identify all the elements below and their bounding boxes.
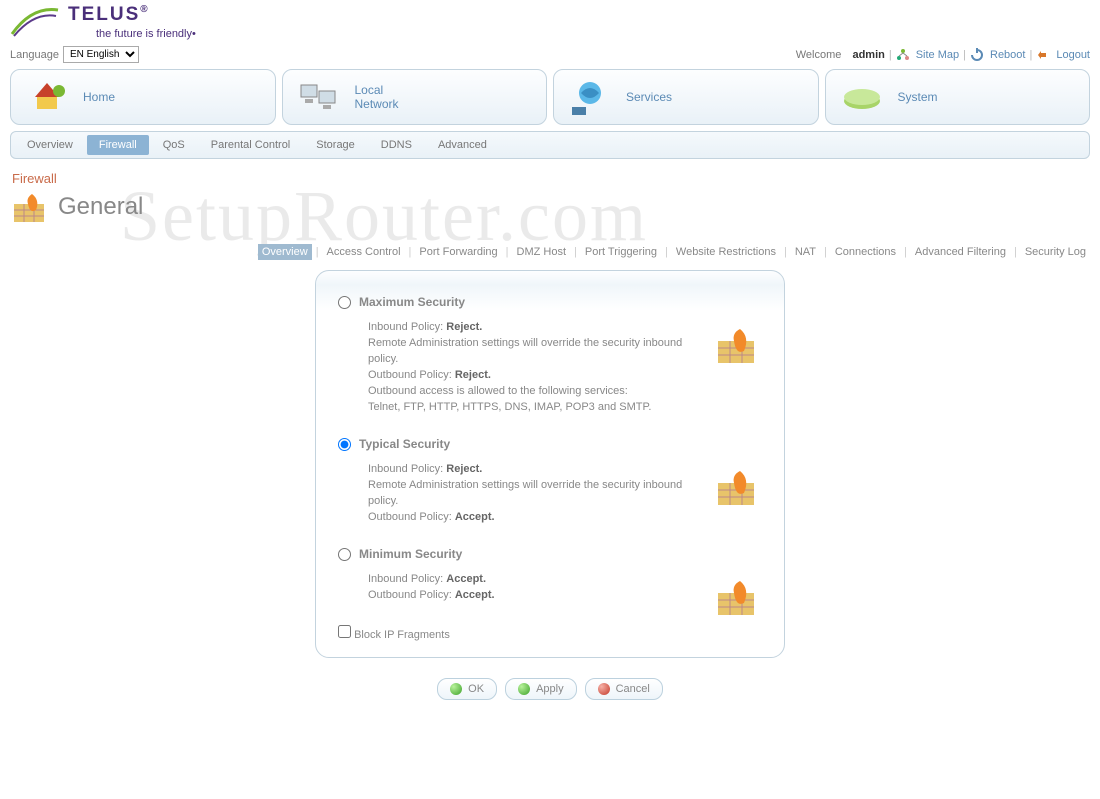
- subnav-storage[interactable]: Storage: [304, 135, 367, 155]
- tab-access-control[interactable]: Access Control: [323, 244, 405, 260]
- check-icon: [450, 683, 462, 695]
- security-radio-1[interactable]: [338, 438, 351, 451]
- nav-network-label: Local Network: [355, 83, 399, 111]
- logout-icon: [1036, 48, 1050, 62]
- firewall-graphic-icon: [714, 467, 762, 509]
- apply-button[interactable]: Apply: [505, 678, 577, 700]
- tab-advanced-filtering[interactable]: Advanced Filtering: [911, 244, 1010, 260]
- nav-home[interactable]: Home: [10, 69, 276, 125]
- tab-nat[interactable]: NAT: [791, 244, 820, 260]
- telus-swoosh-icon: [10, 4, 60, 40]
- subnav-parental-control[interactable]: Parental Control: [199, 135, 303, 155]
- apply-icon: [518, 683, 530, 695]
- security-body: Inbound Policy: Reject.Remote Administra…: [368, 461, 762, 525]
- policy-text: Telnet, FTP, HTTP, HTTPS, DNS, IMAP, POP…: [368, 399, 702, 415]
- security-radio-0[interactable]: [338, 296, 351, 309]
- tab-connections[interactable]: Connections: [831, 244, 900, 260]
- security-panel: Maximum SecurityInbound Policy: Reject.R…: [315, 270, 785, 658]
- policy-text: Remote Administration settings will over…: [368, 477, 702, 509]
- tab-port-triggering[interactable]: Port Triggering: [581, 244, 661, 260]
- cancel-button[interactable]: Cancel: [585, 678, 663, 700]
- security-radio-2[interactable]: [338, 548, 351, 561]
- policy-line: Outbound Policy: Accept.: [368, 587, 702, 603]
- system-icon: [840, 77, 884, 117]
- security-level-1: Typical Security Inbound Policy: Reject.R…: [338, 437, 762, 525]
- tab-security-log[interactable]: Security Log: [1021, 244, 1090, 260]
- security-body: Inbound Policy: Accept.Outbound Policy: …: [368, 571, 762, 603]
- nav-local-network[interactable]: Local Network: [282, 69, 548, 125]
- page-title: General: [58, 193, 143, 221]
- header: TELUS® the future is friendly•: [0, 0, 1100, 40]
- top-actions: Welcome admin | Site Map | Reboot | Logo…: [796, 48, 1090, 62]
- sitemap-link[interactable]: Site Map: [916, 49, 959, 61]
- block-ip-row: Block IP Fragments: [338, 625, 762, 641]
- language-dropdown[interactable]: EN English: [63, 46, 139, 63]
- nav-home-label: Home: [83, 90, 115, 104]
- nav-services[interactable]: Services: [553, 69, 819, 125]
- nav-system[interactable]: System: [825, 69, 1091, 125]
- security-title: Maximum Security: [359, 295, 465, 309]
- security-title: Typical Security: [359, 437, 450, 451]
- reboot-link[interactable]: Reboot: [990, 49, 1025, 61]
- tab-dmz-host[interactable]: DMZ Host: [513, 244, 571, 260]
- welcome-user: admin: [852, 49, 884, 61]
- subnav-overview[interactable]: Overview: [15, 135, 85, 155]
- logout-link[interactable]: Logout: [1056, 49, 1090, 61]
- breadcrumb: Firewall General: [10, 171, 1090, 224]
- firewall-graphic-icon: [714, 577, 762, 619]
- firewall-icon: [12, 190, 50, 224]
- policy-line: Inbound Policy: Reject.: [368, 461, 702, 477]
- nav-services-label: Services: [626, 90, 672, 104]
- sitemap-icon: [896, 48, 910, 62]
- subnav-ddns[interactable]: DDNS: [369, 135, 424, 155]
- services-icon: [568, 77, 612, 117]
- tab-website-restrictions[interactable]: Website Restrictions: [672, 244, 780, 260]
- brand-logo: TELUS® the future is friendly•: [10, 4, 1090, 40]
- ok-button[interactable]: OK: [437, 678, 497, 700]
- home-icon: [25, 77, 69, 117]
- subnav-firewall[interactable]: Firewall: [87, 135, 149, 155]
- main-nav: Home Local Network Services System: [0, 69, 1100, 125]
- language-label: Language: [10, 49, 59, 61]
- language-selector: Language EN English: [10, 46, 139, 63]
- policy-text: Remote Administration settings will over…: [368, 335, 702, 367]
- policy-text: Outbound access is allowed to the follow…: [368, 383, 702, 399]
- brand-name: TELUS®: [68, 4, 196, 26]
- security-title: Minimum Security: [359, 547, 462, 561]
- subnav-qos[interactable]: QoS: [151, 135, 197, 155]
- firewall-tabs: Overview|Access Control|Port Forwarding|…: [10, 244, 1090, 260]
- policy-line: Inbound Policy: Reject.: [368, 319, 702, 335]
- block-ip-checkbox[interactable]: [338, 625, 351, 638]
- firewall-graphic-icon: [714, 325, 762, 367]
- cancel-icon: [598, 683, 610, 695]
- network-icon: [297, 77, 341, 117]
- tab-port-forwarding[interactable]: Port Forwarding: [415, 244, 501, 260]
- tab-overview[interactable]: Overview: [258, 244, 312, 260]
- policy-line: Inbound Policy: Accept.: [368, 571, 702, 587]
- security-level-2: Minimum Security Inbound Policy: Accept.O…: [338, 547, 762, 603]
- subnav-advanced[interactable]: Advanced: [426, 135, 499, 155]
- button-row: OK Apply Cancel: [0, 678, 1100, 700]
- security-level-0: Maximum Security Inbound Policy: Reject.R…: [338, 295, 762, 415]
- sub-nav: OverviewFirewallQoSParental ControlStora…: [10, 131, 1090, 159]
- breadcrumb-section: Firewall: [12, 171, 1090, 186]
- brand-tagline: the future is friendly•: [96, 28, 196, 40]
- policy-line: Outbound Policy: Accept.: [368, 509, 702, 525]
- welcome-text: Welcome: [796, 49, 842, 61]
- reboot-icon: [970, 48, 984, 62]
- policy-line: Outbound Policy: Reject.: [368, 367, 702, 383]
- nav-system-label: System: [898, 90, 938, 104]
- security-body: Inbound Policy: Reject.Remote Administra…: [368, 319, 762, 415]
- block-ip-label: Block IP Fragments: [354, 629, 450, 641]
